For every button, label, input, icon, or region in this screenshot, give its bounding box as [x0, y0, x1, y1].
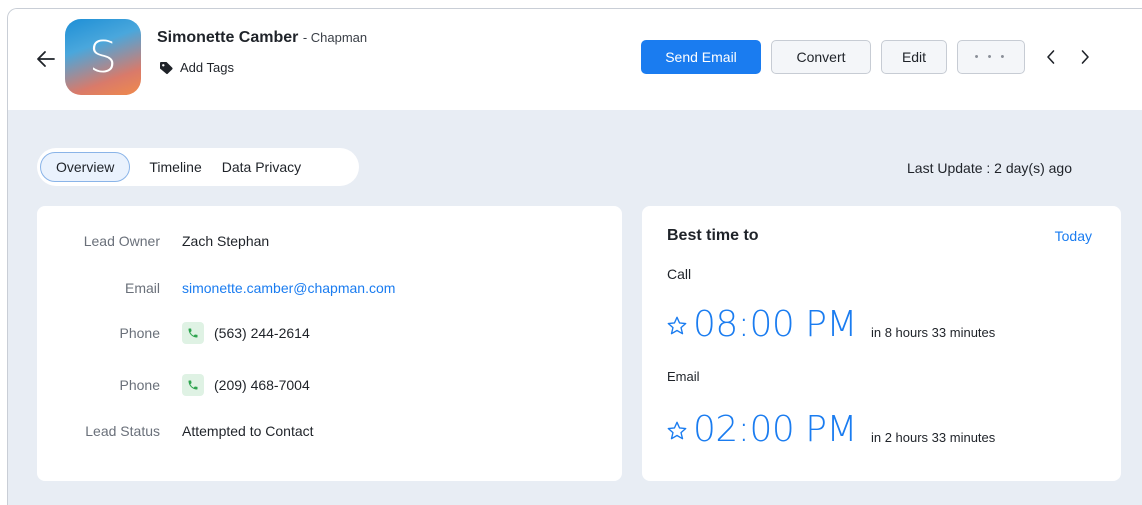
phone-value: (563) 244-2614 — [182, 322, 310, 344]
star-icon — [667, 421, 687, 440]
field-label: Phone — [119, 377, 160, 393]
arrow-left-icon[interactable] — [34, 47, 58, 71]
lead-details-card: Lead Owner Zach Stephan Email simonette.… — [37, 206, 622, 481]
call-time-relative: in 8 hours 33 minutes — [870, 325, 996, 340]
star-icon — [667, 316, 687, 335]
more-actions-button[interactable]: • • • — [957, 40, 1025, 74]
email-time-relative: in 2 hours 33 minutes — [870, 430, 996, 445]
lead-detail-window: S Simonette Camber - Chapman Add Tags Se… — [7, 8, 1142, 505]
record-title: Simonette Camber - Chapman — [157, 29, 367, 47]
convert-button[interactable]: Convert — [771, 40, 871, 74]
field-phone-2: Phone (209) 468-7004 — [37, 374, 622, 396]
next-record-button[interactable] — [1076, 48, 1094, 66]
phone-number[interactable]: (563) 244-2614 — [214, 325, 310, 341]
add-tags-label: Add Tags — [180, 60, 234, 75]
field-label: Lead Owner — [83, 233, 160, 249]
email-link[interactable]: simonette.camber@chapman.com — [182, 280, 395, 296]
previous-record-button[interactable] — [1042, 48, 1060, 66]
phone-value: (209) 468-7004 — [182, 374, 310, 396]
field-lead-owner: Lead Owner Zach Stephan — [37, 233, 622, 249]
tag-icon — [160, 61, 173, 74]
field-email: Email simonette.camber@chapman.com — [37, 280, 622, 296]
phone-number[interactable]: (209) 468-7004 — [214, 377, 310, 393]
record-header: S Simonette Camber - Chapman Add Tags Se… — [8, 9, 1142, 110]
today-dropdown[interactable]: Today — [1055, 228, 1092, 244]
field-label: Lead Status — [85, 423, 160, 439]
last-update-text: Last Update : 2 day(s) ago — [907, 160, 1072, 176]
chevron-left-icon — [1047, 50, 1055, 64]
field-lead-status: Lead Status Attempted to Contact — [37, 423, 622, 439]
lead-company: - Chapman — [302, 30, 368, 45]
call-time-value: 08:00 PM — [693, 304, 857, 345]
tab-timeline[interactable]: Timeline — [149, 159, 201, 175]
email-label: Email — [667, 369, 700, 384]
email-time-row: 02:00 PM in 2 hours 33 minutes — [666, 411, 995, 449]
avatar: S — [65, 19, 141, 95]
record-tabs: Overview Timeline Data Privacy — [37, 148, 359, 186]
phone-icon[interactable] — [182, 322, 204, 344]
tab-overview[interactable]: Overview — [40, 152, 131, 182]
call-time-row: 08:00 PM in 8 hours 33 minutes — [666, 306, 995, 344]
field-phone-1: Phone (563) 244-2614 — [37, 322, 622, 344]
field-label: Phone — [119, 325, 160, 341]
lead-owner-value[interactable]: Zach Stephan — [182, 233, 269, 249]
email-time-value: 02:00 PM — [693, 409, 857, 450]
best-time-title: Best time to — [667, 227, 759, 244]
phone-icon[interactable] — [182, 374, 204, 396]
field-label: Email — [124, 280, 160, 296]
edit-button[interactable]: Edit — [881, 40, 947, 74]
tab-data-privacy[interactable]: Data Privacy — [222, 159, 301, 175]
add-tags-button[interactable]: Add Tags — [159, 60, 234, 75]
lead-name: Simonette Camber — [157, 29, 299, 46]
lead-status-value[interactable]: Attempted to Contact — [182, 423, 314, 439]
call-label: Call — [667, 266, 692, 282]
send-email-button[interactable]: Send Email — [641, 40, 761, 74]
best-time-card: Best time to Today Call 08:00 PM in 8 ho… — [642, 206, 1121, 481]
chevron-right-icon — [1081, 50, 1089, 64]
